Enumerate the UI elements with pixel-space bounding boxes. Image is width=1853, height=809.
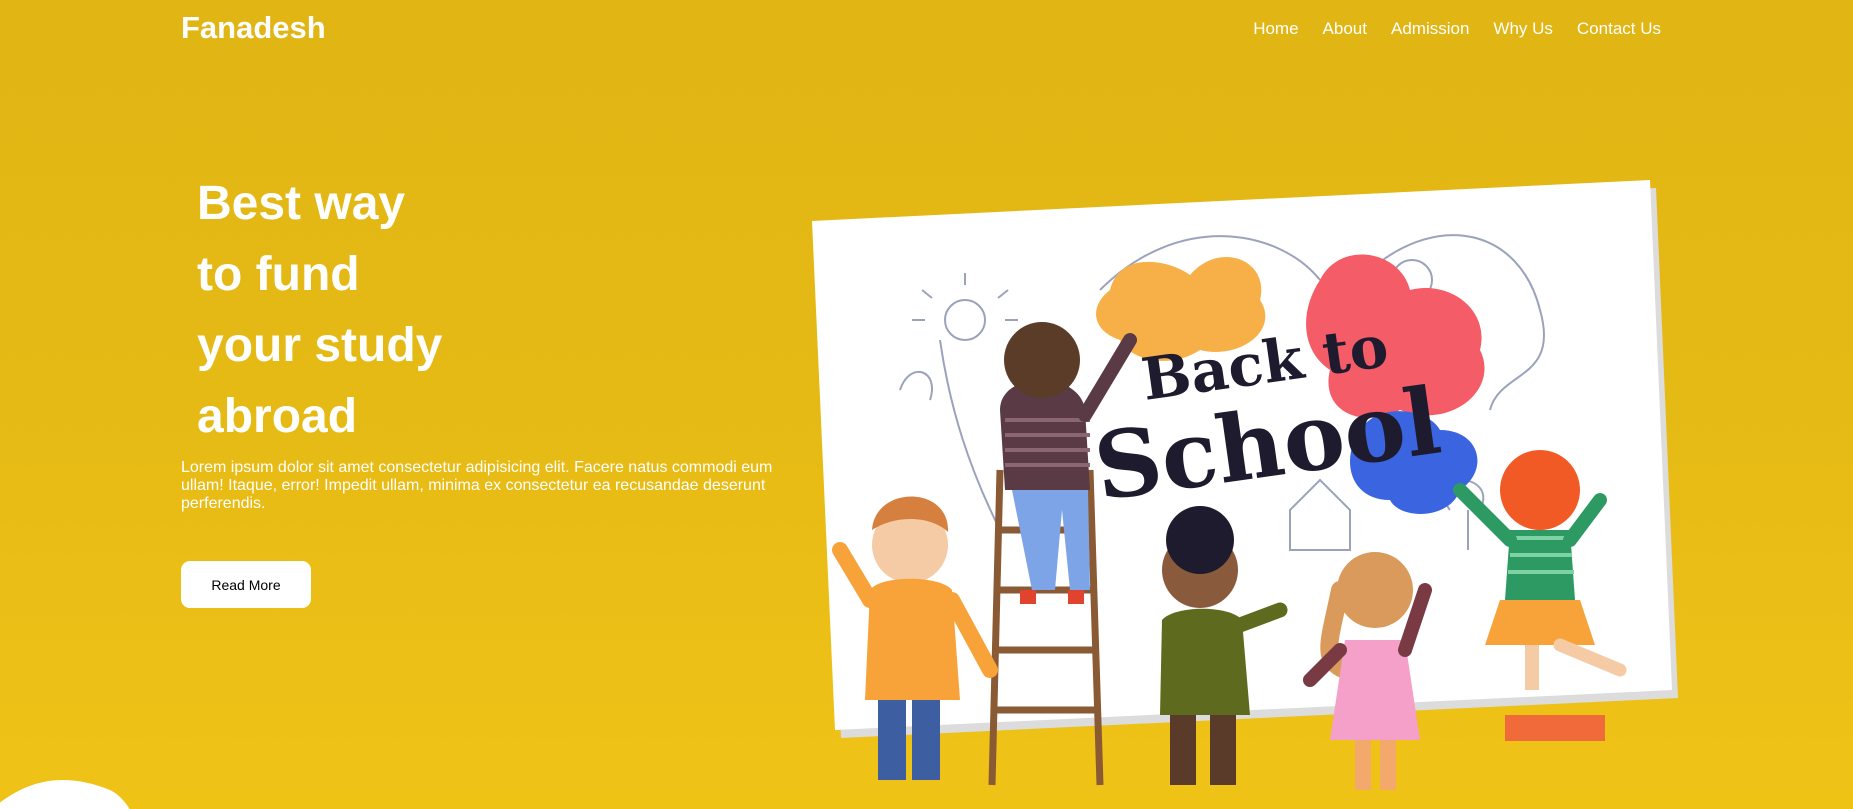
navbar: Fanadesh Home About Admission Why Us Con…	[0, 0, 1853, 60]
nav-item-about: About	[1323, 19, 1367, 39]
back-to-school-illustration: Back to School	[812, 180, 1678, 790]
nav-item-admission: Admission	[1391, 19, 1469, 39]
nav-link-home[interactable]: Home	[1253, 19, 1298, 38]
nav-link-why-us[interactable]: Why Us	[1493, 19, 1553, 38]
nav-link-contact-us[interactable]: Contact Us	[1577, 19, 1661, 38]
hero-title-line: abroad	[197, 390, 358, 443]
bottom-wave-decoration	[0, 780, 130, 809]
brand-logo[interactable]: Fanadesh	[181, 10, 326, 46]
nav-menu: Home About Admission Why Us Contact Us	[1253, 19, 1661, 39]
hero-title-line: Best way	[197, 177, 406, 230]
hero-title-line: your study	[197, 319, 443, 372]
nav-link-admission[interactable]: Admission	[1391, 19, 1469, 38]
hero-description: Lorem ipsum dolor sit amet consectetur a…	[181, 459, 773, 512]
nav-item-contact-us: Contact Us	[1577, 19, 1661, 39]
read-more-button[interactable]: Read More	[181, 561, 311, 608]
nav-link-about[interactable]: About	[1323, 19, 1367, 38]
hero-title: Best way to fund your study abroad	[197, 168, 757, 452]
nav-item-why-us: Why Us	[1493, 19, 1553, 39]
hero-title-line: to fund	[197, 248, 360, 301]
nav-item-home: Home	[1253, 19, 1298, 39]
